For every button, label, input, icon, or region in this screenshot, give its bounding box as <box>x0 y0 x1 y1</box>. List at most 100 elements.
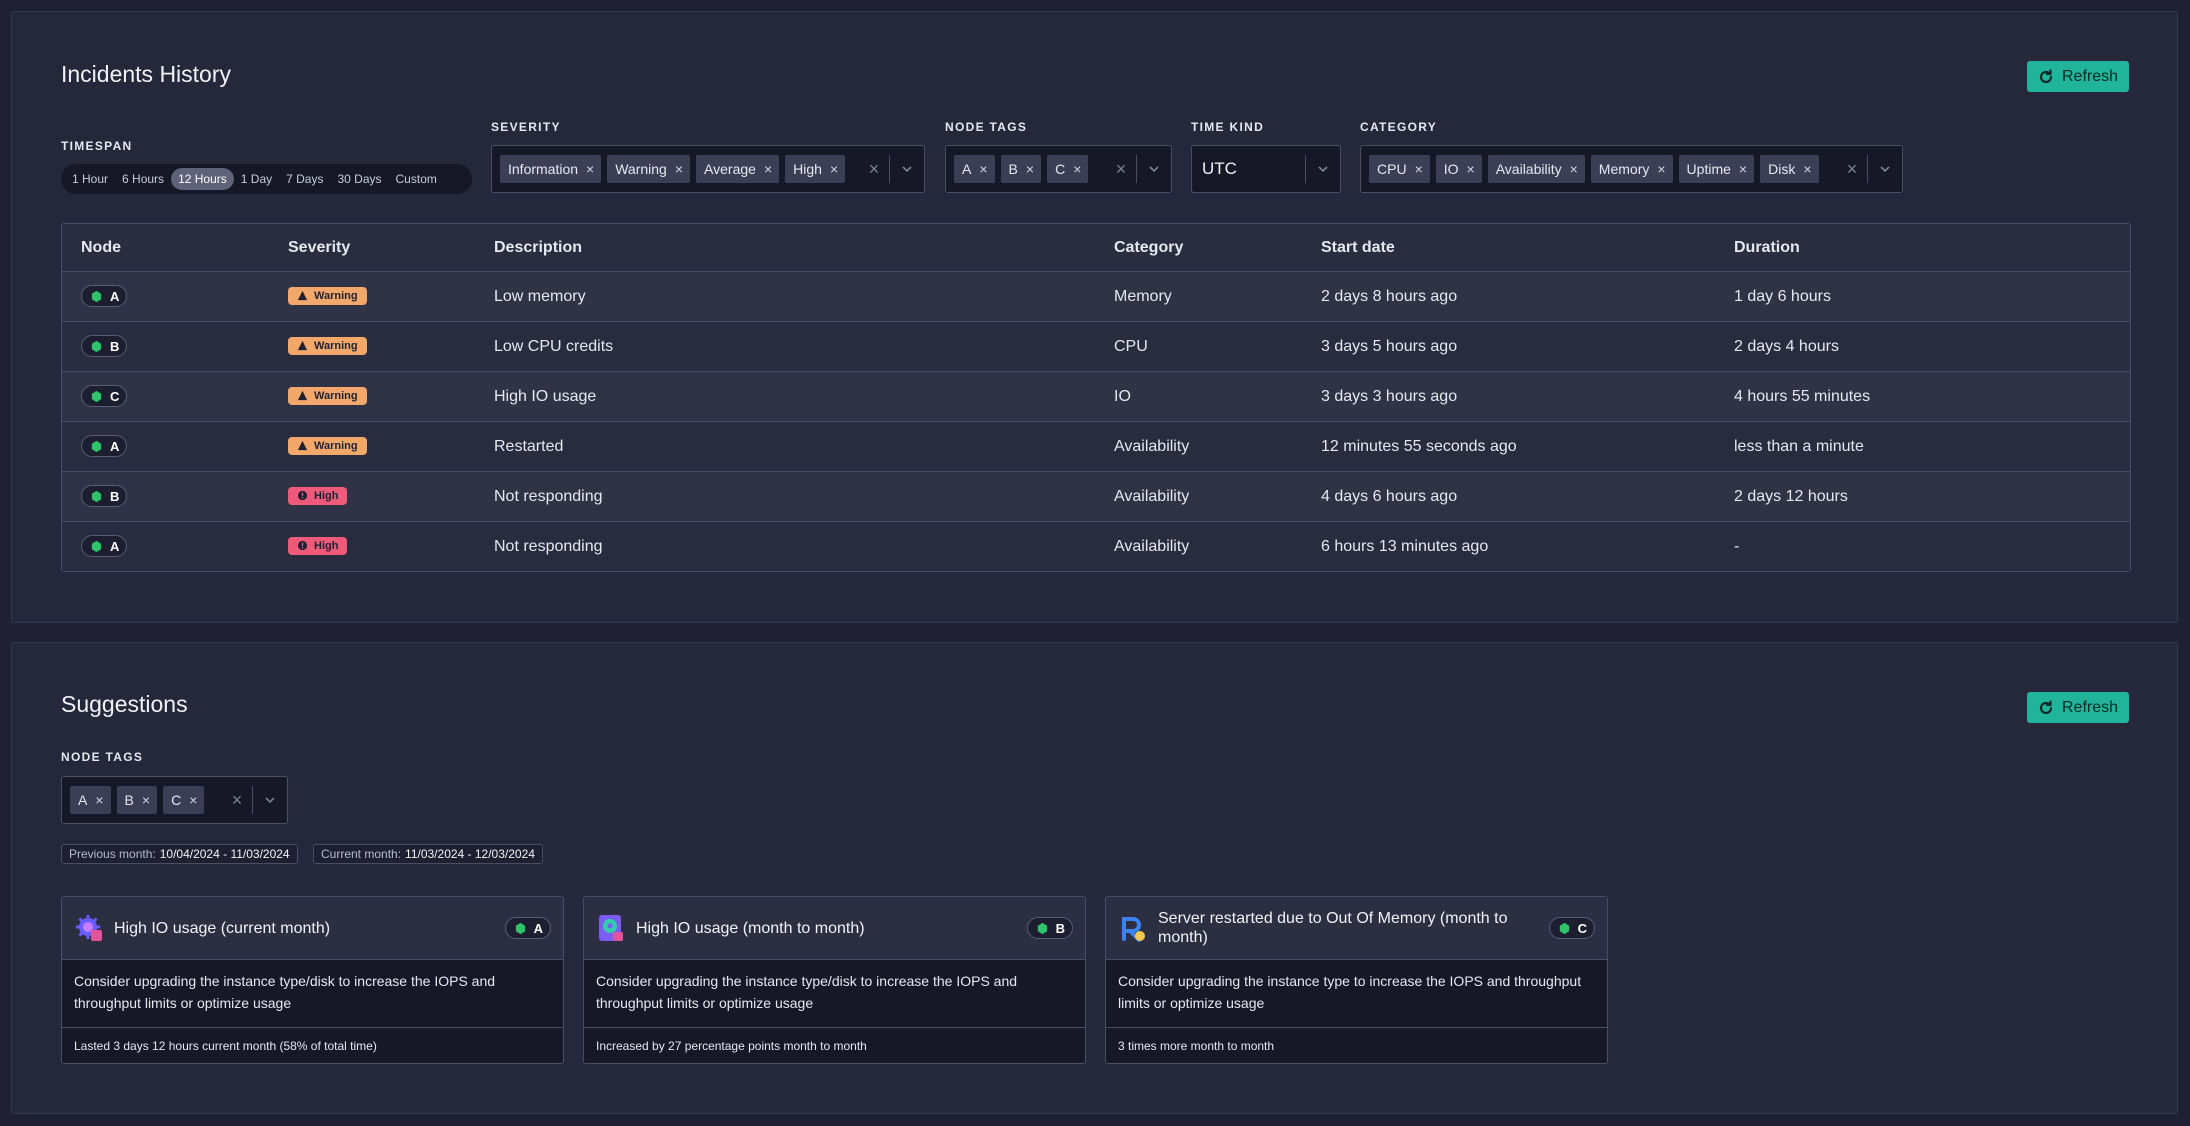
chip-remove-icon[interactable]: × <box>756 161 779 177</box>
severity-chip: Warning × <box>607 155 691 183</box>
chip-remove-icon[interactable]: × <box>181 792 204 808</box>
column-header[interactable]: Severity <box>269 239 475 257</box>
column-header[interactable]: Category <box>1095 239 1302 257</box>
node-cell: B <box>62 335 269 358</box>
severity-label: Warning <box>314 389 358 402</box>
previous-month-tag: Previous month: 10/04/2024 - 11/03/2024 <box>61 844 298 864</box>
duration-cell: - <box>1734 537 1740 555</box>
node-tags-label: NODE TAGS <box>61 750 144 764</box>
incidents-title: Incidents History <box>61 61 232 87</box>
refresh-icon <box>2039 68 2053 83</box>
chip-label: A <box>78 792 88 808</box>
timespan-option[interactable]: 1 Day <box>234 168 279 190</box>
timespan-option[interactable]: 30 Days <box>330 168 388 190</box>
node-badge: A <box>81 285 128 308</box>
chip-remove-icon[interactable]: × <box>822 161 845 177</box>
chip-remove-icon[interactable]: × <box>971 161 994 177</box>
clear-icon[interactable]: × <box>222 790 252 811</box>
node-cell: A <box>62 435 269 458</box>
hexagon-icon <box>91 490 102 502</box>
suggestions-node-tags-select[interactable]: A × B × C × × <box>61 776 288 824</box>
description-cell: Restarted <box>494 437 564 455</box>
table-row[interactable]: C Warning High IO usage IO 3 days 3 hours ag… <box>62 371 2130 421</box>
hexagon-icon <box>91 390 102 402</box>
table-row[interactable]: A Warning Low memory Memory 2 days 8 hours a… <box>62 271 2130 321</box>
node-badge: C <box>81 385 128 408</box>
chip-remove-icon[interactable]: × <box>1407 161 1430 177</box>
node-label: B <box>1055 920 1065 936</box>
chip-remove-icon[interactable]: × <box>1731 161 1754 177</box>
current-month-label: Current month: <box>321 847 402 861</box>
category-chip: Availability × <box>1487 155 1585 183</box>
node-cell: B <box>62 485 269 508</box>
time-kind-select[interactable]: UTC <box>1191 145 1341 193</box>
clear-icon[interactable]: × <box>859 159 889 180</box>
column-header[interactable]: Duration <box>1715 239 2130 257</box>
column-header[interactable]: Node <box>62 239 269 257</box>
chip-label: B <box>1008 161 1018 177</box>
category-cell: CPU <box>1114 337 1148 355</box>
card-body: Consider upgrading the instance type to … <box>1106 960 1607 1028</box>
timespan-option[interactable]: Custom <box>389 168 444 190</box>
table-row[interactable]: B High Not responding Availability 4 days 6 … <box>62 471 2130 521</box>
duration-cell: 2 days 12 hours <box>1734 487 1848 505</box>
timespan-option[interactable]: 7 Days <box>279 168 330 190</box>
clear-icon[interactable]: × <box>1106 159 1136 180</box>
category-chip: Memory × <box>1590 155 1673 183</box>
chip-label: Memory <box>1598 161 1650 177</box>
description-cell: Low memory <box>494 287 586 305</box>
chevron-down-icon[interactable] <box>253 793 287 807</box>
clear-icon[interactable]: × <box>1837 159 1867 180</box>
table-row[interactable]: B Warning Low CPU credits CPU 3 days 5 hours… <box>62 321 2130 371</box>
suggestions-title: Suggestions <box>61 691 188 717</box>
category-select[interactable]: CPU × IO × Availability × Memory × Uptime × D… <box>1360 145 1903 193</box>
timespan-option[interactable]: 6 Hours <box>115 168 171 190</box>
card-body: Consider upgrading the instance type/dis… <box>62 960 563 1028</box>
severity-label: SEVERITY <box>491 120 561 134</box>
card-body: Consider upgrading the instance type/dis… <box>584 960 1085 1028</box>
category-chip: CPU × <box>1369 155 1430 183</box>
timespan-option-selected[interactable]: 12 Hours <box>171 168 234 190</box>
node-label: B <box>110 338 120 354</box>
chip-remove-icon[interactable]: × <box>1018 161 1041 177</box>
chevron-down-icon[interactable] <box>1868 162 1902 176</box>
timespan-option[interactable]: 1 Hour <box>65 168 115 190</box>
chip-remove-icon[interactable]: × <box>1649 161 1672 177</box>
node-badge: B <box>1026 917 1073 939</box>
node-label: A <box>110 538 120 554</box>
refresh-icon <box>2039 699 2053 714</box>
node-label: C <box>110 388 120 404</box>
chip-label: CPU <box>1377 161 1407 177</box>
column-header[interactable]: Description <box>475 239 1095 257</box>
hexagon-icon <box>91 340 102 352</box>
chip-remove-icon[interactable]: × <box>578 161 601 177</box>
column-header[interactable]: Start date <box>1302 239 1715 257</box>
chip-remove-icon[interactable]: × <box>1562 161 1585 177</box>
chip-remove-icon[interactable]: × <box>134 792 157 808</box>
severity-select[interactable]: Information × Warning × Average × High × × <box>491 145 925 193</box>
duration-cell: less than a minute <box>1734 437 1864 455</box>
chip-remove-icon[interactable]: × <box>1065 161 1088 177</box>
table-row[interactable]: A High Not responding Availability 6 hours 1… <box>62 521 2130 571</box>
severity-badge: High <box>288 486 348 505</box>
chevron-down-icon[interactable] <box>890 162 924 176</box>
suggestions-refresh-button[interactable]: Refresh <box>2027 692 2129 723</box>
chip-remove-icon[interactable]: × <box>667 161 690 177</box>
node-tag-chip: C × <box>163 786 205 814</box>
previous-month-label: Previous month: <box>69 847 156 861</box>
chip-label: Disk <box>1768 161 1796 177</box>
chip-remove-icon[interactable]: × <box>87 792 110 808</box>
severity-label: Warning <box>314 439 358 452</box>
chevron-down-icon[interactable] <box>1306 162 1340 176</box>
card-header: High IO usage (month to month) B <box>584 897 1085 960</box>
incidents-refresh-button[interactable]: Refresh <box>2027 61 2129 92</box>
description-cell: High IO usage <box>494 387 597 405</box>
node-tags-select[interactable]: A × B × C × × <box>945 145 1172 193</box>
table-row[interactable]: A Warning Restarted Availability 12 minutes … <box>62 421 2130 471</box>
start-date-cell: 4 days 6 hours ago <box>1321 487 1458 505</box>
time-kind-label: TIME KIND <box>1191 120 1265 134</box>
chip-remove-icon[interactable]: × <box>1795 161 1818 177</box>
chip-remove-icon[interactable]: × <box>1459 161 1482 177</box>
chevron-down-icon[interactable] <box>1137 162 1171 176</box>
severity-cell: Warning <box>269 336 475 357</box>
